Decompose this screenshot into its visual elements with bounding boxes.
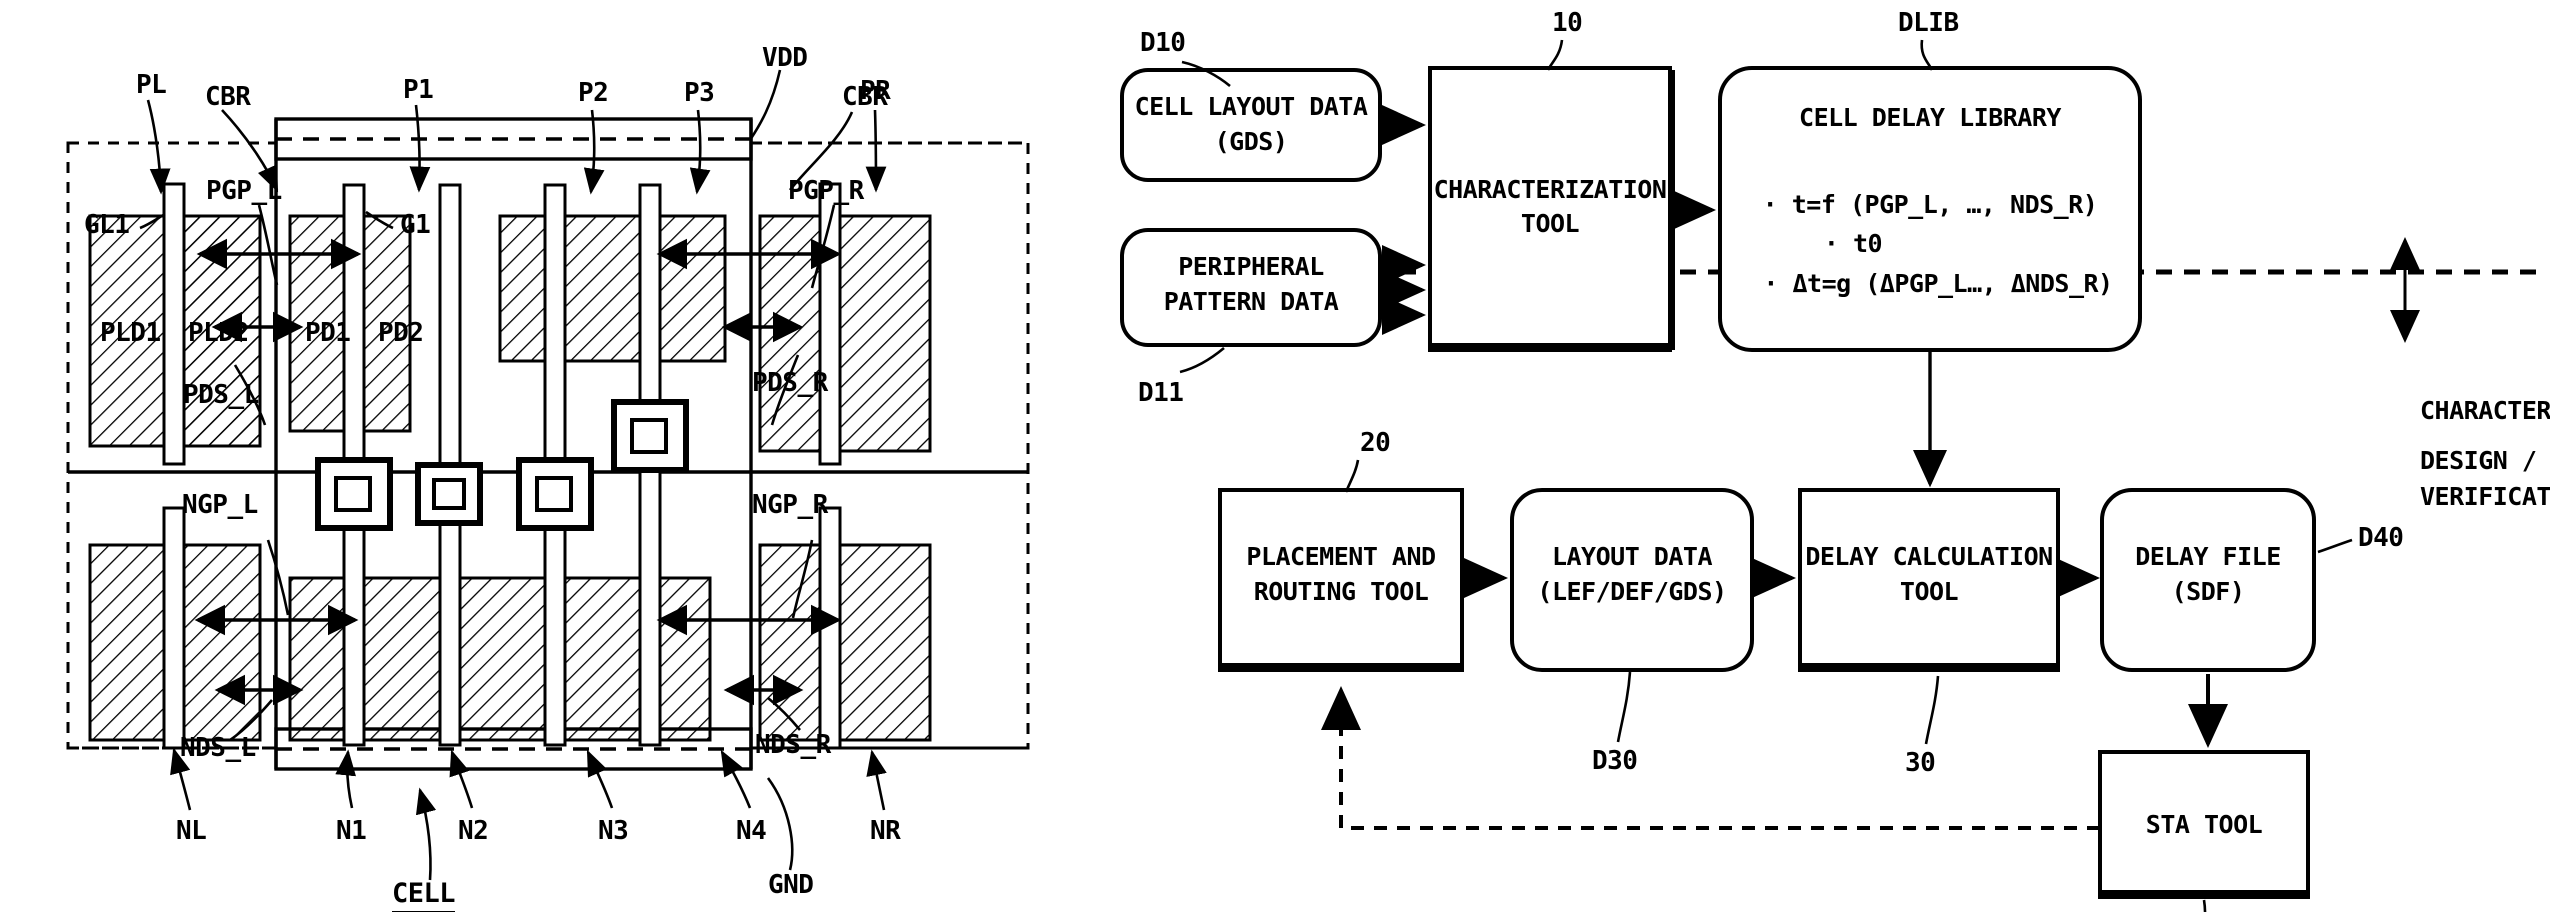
svg-text:DELAY FILE: DELAY FILE bbox=[2135, 542, 2281, 571]
label-n4: N4 bbox=[736, 816, 767, 846]
vdd-rail bbox=[274, 117, 753, 161]
design-flow-diagram: CELL LAYOUT DATA (GDS) PERIPHERAL PATTER… bbox=[1120, 39, 2540, 912]
poly-gl1 bbox=[162, 182, 186, 466]
leader-d11 bbox=[1179, 347, 1225, 374]
svg-text:PATTERN DATA: PATTERN DATA bbox=[1164, 287, 1339, 316]
node-layout-data[interactable]: LAYOUT DATA (LEF/DEF/GDS) bbox=[1510, 488, 1754, 672]
svg-text:TOOL: TOOL bbox=[1521, 209, 1580, 238]
svg-text:(LEF/DEF/GDS): (LEF/DEF/GDS) bbox=[1537, 577, 1726, 606]
leader-dlib bbox=[1920, 39, 1934, 71]
phase-label-characterization: CHARACTERIZATION bbox=[2420, 396, 2550, 425]
leader-10 bbox=[1546, 39, 1564, 71]
label-pl: PL bbox=[136, 70, 167, 100]
label-n3: N3 bbox=[598, 816, 629, 846]
svg-text:ROUTING TOOL: ROUTING TOOL bbox=[1254, 577, 1429, 606]
node-characterization-tool[interactable]: CHARACTERIZATION TOOL bbox=[1428, 66, 1675, 352]
label-g1: G1 bbox=[400, 210, 431, 240]
svg-text:CHARACTERIZATION: CHARACTERIZATION bbox=[1434, 175, 1667, 204]
node-sta-tool[interactable]: STA TOOL bbox=[2098, 750, 2310, 899]
svg-text:CELL LAYOUT DATA: CELL LAYOUT DATA bbox=[1135, 92, 1368, 121]
label-gnd: GND bbox=[768, 870, 814, 900]
svg-text:STA TOOL: STA TOOL bbox=[2146, 810, 2263, 839]
label-pd1: PD1 bbox=[305, 318, 351, 348]
phase-label-design-line1: DESIGN / bbox=[2420, 446, 2537, 475]
poly-ngp-r bbox=[818, 506, 842, 750]
node-delay-calculation-tool[interactable]: DELAY CALCULATION TOOL bbox=[1798, 488, 2060, 672]
ref-d10: D10 bbox=[1140, 28, 1186, 58]
phase-label-design-line2: VERIFICATION bbox=[2420, 482, 2550, 511]
label-pr: PR bbox=[860, 76, 891, 106]
label-pld1: PLD1 bbox=[100, 318, 161, 348]
leader-d40 bbox=[2317, 538, 2353, 554]
label-ngp-l: NGP_L bbox=[182, 490, 258, 520]
cell-layout-diagram bbox=[66, 69, 1030, 881]
label-pds-r: PDS_R bbox=[752, 368, 828, 398]
poly-ngp-l bbox=[162, 506, 186, 750]
node-cell-layout-data[interactable]: CELL LAYOUT DATA (GDS) bbox=[1120, 68, 1382, 182]
label-ngp-r: NGP_R bbox=[752, 490, 828, 520]
diffusion-nr bbox=[758, 543, 932, 742]
node-delay-file[interactable]: DELAY FILE (SDF) bbox=[2100, 488, 2316, 672]
delay-formula-1: · t=f (PGP_L, …, NDS_R) bbox=[1763, 190, 2098, 219]
svg-text:PERIPHERAL: PERIPHERAL bbox=[1178, 252, 1324, 281]
ref-10: 10 bbox=[1552, 8, 1583, 38]
leader-30 bbox=[1924, 675, 1940, 745]
node-peripheral-pattern-data[interactable]: PERIPHERAL PATTERN DATA bbox=[1120, 228, 1382, 347]
feedback-path bbox=[1321, 686, 2100, 830]
delay-formula-3: · Δt=g (ΔPGP_L…, ΔNDS_R) bbox=[1763, 269, 2112, 298]
diffusion-p2p3 bbox=[498, 214, 727, 363]
label-nr: NR bbox=[870, 816, 901, 846]
label-pds-l: PDS_L bbox=[183, 380, 259, 410]
label-pld2: PLD2 bbox=[188, 318, 249, 348]
label-nds-l: NDS_L bbox=[180, 733, 256, 763]
svg-text:DELAY CALCULATION: DELAY CALCULATION bbox=[1805, 542, 2052, 571]
ref-d11: D11 bbox=[1138, 378, 1184, 408]
label-gl1: GL1 bbox=[84, 210, 130, 240]
label-nds-r: NDS_R bbox=[755, 730, 831, 760]
label-cell: CELL bbox=[392, 880, 456, 912]
delay-formula-2: · t0 bbox=[1824, 229, 1882, 258]
leader-d30 bbox=[1616, 671, 1632, 743]
node-cell-delay-library[interactable]: CELL DELAY LIBRARY · t=f (PGP_L, …, NDS_… bbox=[1718, 66, 2142, 352]
ref-d40: D40 bbox=[2358, 523, 2404, 553]
figure-canvas: PL CBR P1 P2 P3 VDD CBR PR GL1 PGP_L G1 … bbox=[0, 0, 2550, 912]
label-p3: P3 bbox=[684, 78, 715, 108]
label-pgp-l: PGP_L bbox=[206, 176, 282, 206]
diffusion-pds-r bbox=[758, 214, 932, 453]
label-vdd: VDD bbox=[762, 43, 808, 73]
label-p1: P1 bbox=[403, 75, 434, 105]
leader-20 bbox=[1344, 459, 1360, 493]
label-pd2: PD2 bbox=[378, 318, 424, 348]
svg-text:(SDF): (SDF) bbox=[2172, 577, 2245, 606]
leader-40 bbox=[2202, 899, 2207, 912]
ref-20: 20 bbox=[1360, 428, 1391, 458]
ref-30: 30 bbox=[1905, 748, 1936, 778]
label-pgp-r: PGP_R bbox=[788, 176, 864, 206]
node-placement-and-routing-tool[interactable]: PLACEMENT AND ROUTING TOOL bbox=[1218, 488, 1464, 672]
label-n2: N2 bbox=[458, 816, 489, 846]
svg-text:TOOL: TOOL bbox=[1900, 577, 1959, 606]
label-cbr-left: CBR bbox=[205, 82, 251, 112]
svg-text:PLACEMENT AND: PLACEMENT AND bbox=[1246, 542, 1435, 571]
label-p2: P2 bbox=[578, 78, 609, 108]
svg-text:CELL DELAY LIBRARY: CELL DELAY LIBRARY bbox=[1799, 103, 2061, 132]
label-n1: N1 bbox=[336, 816, 367, 846]
ref-d30: D30 bbox=[1592, 746, 1638, 776]
svg-text:LAYOUT DATA: LAYOUT DATA bbox=[1552, 542, 1713, 571]
svg-text:(GDS): (GDS) bbox=[1215, 127, 1288, 156]
label-nl: NL bbox=[176, 816, 207, 846]
ref-dlib: DLIB bbox=[1898, 8, 1959, 38]
